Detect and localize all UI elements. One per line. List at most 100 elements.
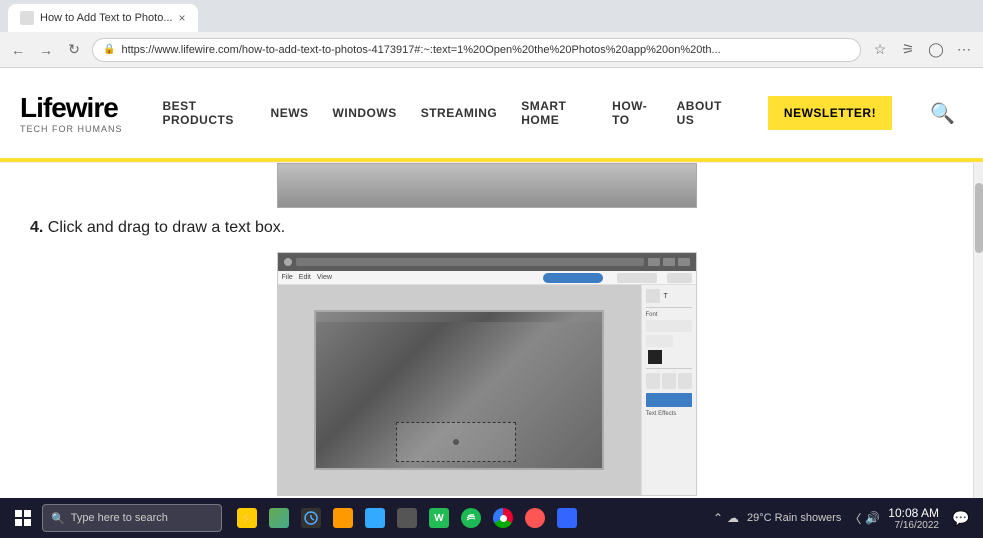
date-display: 7/16/2022 [888,520,939,531]
taskbar-search-box[interactable]: 🔍 Type here to search [42,504,222,532]
site-logo[interactable]: Lifewire TECH FOR HUMANS [20,92,123,134]
taskbar-icon-app2[interactable] [264,503,294,533]
bookmark-button[interactable]: ☆ [869,39,891,61]
scrollbar-track[interactable] [973,163,983,498]
sidebar-divider [646,307,692,308]
toolbar-draw-btn [617,273,657,283]
spotify-icon [461,508,481,528]
file-explorer-icon [333,508,353,528]
step-4-number: 4. [30,219,43,236]
taskbar-icon-mail[interactable] [360,503,390,533]
sidebar-font-field [646,320,692,332]
weather-icon: ☁ [727,511,739,525]
address-bar[interactable]: 🔒 https://www.lifewire.com/how-to-add-te… [92,38,861,62]
screenshot-sidebar-panel: T Font Text Ef [641,285,696,495]
nav-how-to[interactable]: HOW-TO [602,93,662,133]
windows-logo-icon [15,510,31,526]
taskbar-icon-spotify[interactable] [456,503,486,533]
screenshot-canvas-area [278,285,641,495]
screenshot-app-toolbar: File Edit View [278,271,696,285]
nav-streaming[interactable]: STREAMING [411,100,508,126]
app9-icon [525,508,545,528]
tray-arrow-icon[interactable]: ⌃ [713,511,723,525]
url-text: https://www.lifewire.com/how-to-add-text… [121,44,720,56]
main-nav: BEST PRODUCTS NEWS WINDOWS STREAMING SMA… [153,93,738,133]
taskbar-app-icons: ⚡ W [232,503,582,533]
taskbar-icon-chrome[interactable] [488,503,518,533]
back-button[interactable]: ← [8,40,28,60]
taskbar: 🔍 Type here to search ⚡ W [0,498,983,538]
browser-tab-bar: How to Add Text to Photo... × [0,0,983,32]
taskbar-icon-file-explorer[interactable] [328,503,358,533]
tab-close-button[interactable]: × [179,11,186,25]
header-accent-border [0,158,983,162]
title-bar-element [284,258,292,266]
taskbar-icon-app9[interactable] [520,503,550,533]
taskbar-icon-app10[interactable] [552,503,582,533]
sidebar-active-control[interactable] [646,393,692,407]
toolbar-menu-item: File [282,274,293,281]
taskbar-search-label: Type here to search [71,512,168,524]
sidebar-color-swatch[interactable] [648,350,662,364]
time-display: 10:08 AM [888,506,939,520]
toolbar-active-tool [543,273,603,283]
taskbar-icon-store[interactable] [392,503,422,533]
nav-best-products[interactable]: BEST PRODUCTS [153,93,257,133]
sidebar-size-field [646,335,674,347]
lock-icon: 🔒 [103,44,115,55]
nav-about-us[interactable]: ABOUT US [667,93,738,133]
window-maximize[interactable] [663,258,675,266]
nav-news[interactable]: NEWS [261,100,319,126]
menu-button[interactable]: ⋯ [953,39,975,61]
logo-tagline: TECH FOR HUMANS [20,124,123,134]
underline-tool[interactable] [678,373,692,389]
mail-icon [365,508,385,528]
toolbar-option [667,273,692,283]
article-content: 4. Click and drag to draw a text box. Fi… [0,163,973,498]
profile-button[interactable]: ◯ [925,39,947,61]
taskbar-icon-task-view[interactable] [296,503,326,533]
site-header: Lifewire TECH FOR HUMANS BEST PRODUCTS N… [0,68,983,163]
bold-tool[interactable] [646,373,660,389]
toolbar-menu-item: View [317,274,332,281]
weather-widget: 29°C Rain showers [747,512,841,524]
textbox-handle [453,439,459,445]
system-tray-icons: ⌃ ☁ [713,511,739,525]
scrollbar-thumb[interactable] [975,183,983,253]
step-4-instruction: Click and drag to draw a text box. [48,219,285,236]
sidebar-text-effects-label: Text Effects [646,411,692,417]
sidebar-section-label: Font [646,312,692,318]
text-box-selection [396,422,516,462]
extensions-button[interactable]: ⚞ [897,39,919,61]
italic-tool[interactable] [662,373,676,389]
notification-button[interactable]: 💬 [947,504,975,532]
step-4-screenshot: File Edit View [277,252,697,496]
search-button[interactable]: 🔍 [922,97,963,130]
spotify-svg [465,512,477,524]
forward-button[interactable]: → [36,40,56,60]
reload-button[interactable]: ↻ [64,40,84,60]
taskbar-icon-widgets[interactable]: ⚡ [232,503,262,533]
sidebar-t-tool [646,289,660,303]
browser-actions: ☆ ⚞ ◯ ⋯ [869,39,975,61]
newsletter-button[interactable]: NEWSLETTER! [768,96,892,130]
task-view-svg [304,511,318,525]
window-close[interactable] [678,258,690,266]
toolbar-menu-item: Edit [299,274,311,281]
header-top: Lifewire TECH FOR HUMANS BEST PRODUCTS N… [0,68,983,158]
start-button[interactable] [8,503,38,533]
active-tab[interactable]: How to Add Text to Photo... × [8,4,198,32]
sound-icon[interactable]: 🔊 [865,511,880,525]
window-minimize[interactable] [648,258,660,266]
nav-windows[interactable]: WINDOWS [323,100,407,126]
dog-photo [314,310,604,470]
app10-icon [557,508,577,528]
sys-tray-right: 〈 🔊 [849,510,880,527]
taskbar-icon-word[interactable]: W [424,503,454,533]
network-icon[interactable]: 〈 [849,510,861,527]
nav-smart-home[interactable]: SMART HOME [511,93,598,133]
widgets-icon: ⚡ [237,508,257,528]
weather-text: 29°C Rain showers [747,512,841,524]
logo-text: Lifewire [20,92,123,124]
tab-title: How to Add Text to Photo... [40,12,173,24]
